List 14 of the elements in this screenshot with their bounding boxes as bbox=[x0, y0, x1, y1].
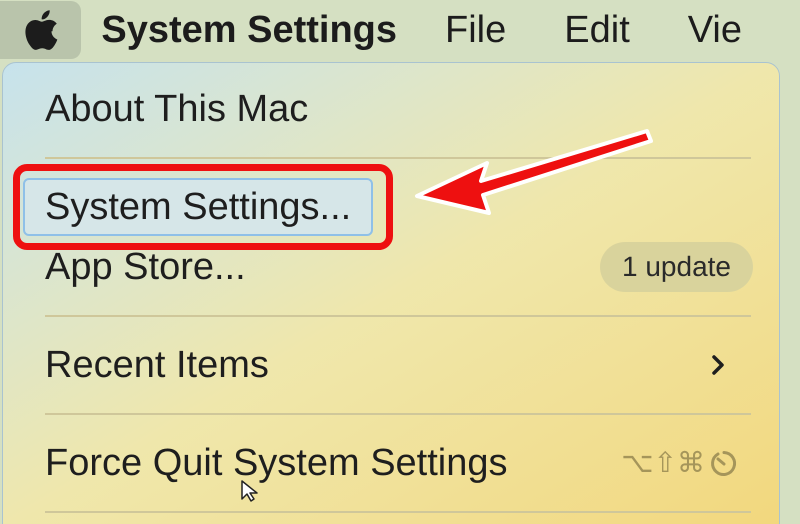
menu-bar-item[interactable]: File bbox=[445, 2, 506, 58]
menu-item[interactable]: Recent Items bbox=[23, 336, 291, 394]
menu-item[interactable]: About This Mac bbox=[23, 80, 330, 138]
menu-item[interactable]: Force Quit System Settings bbox=[23, 434, 530, 492]
app-menu-title[interactable]: System Settings bbox=[101, 2, 398, 58]
apple-menu-button[interactable] bbox=[0, 1, 82, 59]
restart-icon bbox=[709, 448, 739, 478]
update-badge: 1 update bbox=[600, 242, 753, 292]
menu-item[interactable]: System Settings... bbox=[23, 178, 374, 236]
menu-bar-item[interactable]: Vie bbox=[688, 2, 742, 58]
menu-item[interactable]: App Store... bbox=[23, 238, 268, 296]
menu-bar-item[interactable]: Edit bbox=[564, 2, 630, 58]
keyboard-shortcut: ⌥⇧⌘ bbox=[621, 445, 705, 481]
apple-logo-icon bbox=[22, 9, 59, 51]
